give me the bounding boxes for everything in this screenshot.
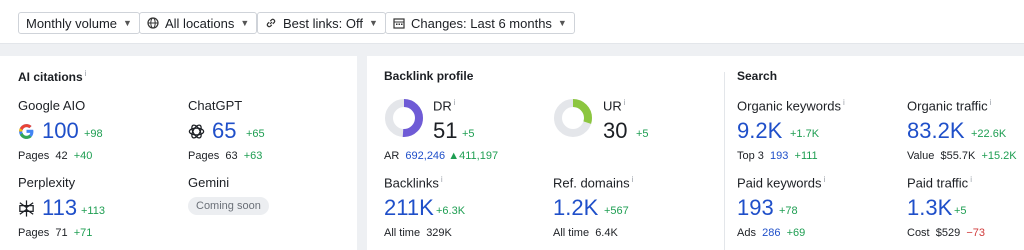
paid-keywords-label: Paid keywords i — [737, 175, 826, 191]
organic-value-row: Value $55.7K +15.2K — [907, 150, 1017, 162]
chatgpt-delta: +65 — [246, 128, 265, 140]
paid-traffic-label: Paid traffic i — [907, 175, 972, 191]
perplexity-icon — [19, 200, 34, 217]
ur-ring-chart — [554, 99, 592, 137]
perplexity-value[interactable]: 113 — [42, 195, 77, 221]
ur-value: 30 — [603, 118, 628, 143]
section-divider — [724, 72, 725, 250]
ur-label: UR i — [603, 98, 626, 114]
chevron-down-icon: ▼ — [240, 18, 250, 28]
globe-icon — [147, 17, 159, 29]
up-arrow-icon: ▲ — [448, 150, 460, 162]
locations-label: All locations — [165, 15, 235, 31]
ref-domains-all-time: All time 6.4K — [553, 227, 618, 239]
backlinks-label: Backlinks i — [384, 175, 443, 191]
backlinks-all-time: All time 329K — [384, 227, 452, 239]
locations-dropdown[interactable]: All locations ▼ — [139, 12, 258, 34]
paid-ads-row: Ads 286 +69 — [737, 227, 806, 239]
chatgpt-label: ChatGPT — [188, 98, 243, 113]
chatgpt-icon — [188, 124, 205, 139]
dr-value: 51 — [433, 118, 458, 143]
perplexity-pages: Pages 71 +71 — [18, 227, 93, 239]
best-links-dropdown[interactable]: Best links: Off ▼ — [257, 12, 386, 34]
info-icon[interactable]: i — [970, 175, 972, 184]
backlinks-value[interactable]: 211K — [384, 195, 434, 221]
dr-delta: +5 — [462, 128, 475, 140]
chatgpt-pages: Pages 63 +63 — [188, 150, 263, 162]
info-icon[interactable]: i — [632, 175, 634, 184]
info-icon[interactable]: i — [85, 69, 87, 78]
ref-domains-value[interactable]: 1.2K — [553, 195, 598, 221]
monthly-volume-label: Monthly volume — [26, 15, 118, 31]
link-icon — [266, 18, 276, 28]
organic-keywords-label: Organic keywords i — [737, 98, 845, 114]
google-aio-value[interactable]: 100 — [42, 118, 79, 144]
overview-card: Backlink profile DR i 51 +5 AR 692,246 ▲4… — [367, 56, 1024, 250]
ref-domains-label: Ref. domains i — [553, 175, 634, 191]
organic-traffic-value[interactable]: 83.2K — [907, 118, 965, 144]
ai-citations-card: AI citations i Google AIO 100 +98 Pages 4… — [0, 56, 357, 250]
google-aio-label: Google AIO — [18, 98, 86, 113]
dr-ring-chart — [385, 99, 423, 137]
paid-keywords-value[interactable]: 193 — [737, 195, 774, 221]
organic-keywords-value[interactable]: 9.2K — [737, 118, 782, 144]
filter-toolbar: Monthly volume ▼ All locations ▼ Best li… — [0, 0, 1024, 44]
paid-traffic-delta: +5 — [954, 205, 967, 217]
perplexity-delta: +113 — [81, 205, 105, 217]
chevron-down-icon: ▼ — [557, 18, 567, 28]
coming-soon-badge: Coming soon — [188, 197, 269, 215]
info-icon[interactable]: i — [441, 175, 443, 184]
calendar-icon — [393, 18, 405, 29]
paid-cost-row: Cost $529 −73 — [907, 227, 986, 239]
organic-traffic-label: Organic traffic i — [907, 98, 992, 114]
gemini-label: Gemini — [188, 175, 230, 190]
dr-label: DR i — [433, 98, 456, 114]
info-icon[interactable]: i — [454, 98, 456, 107]
google-aio-pages: Pages 42 +40 — [18, 150, 93, 162]
monthly-volume-dropdown[interactable]: Monthly volume ▼ — [18, 12, 140, 34]
paid-keywords-delta: +78 — [779, 205, 798, 217]
backlinks-delta: +6.3K — [436, 205, 466, 217]
info-icon[interactable]: i — [990, 98, 992, 107]
ur-delta: +5 — [636, 128, 649, 140]
info-icon[interactable]: i — [624, 98, 626, 107]
chevron-down-icon: ▼ — [368, 18, 378, 28]
chevron-down-icon: ▼ — [123, 18, 132, 28]
search-title: Search — [737, 69, 778, 83]
ai-citations-title: AI citations i — [18, 69, 87, 84]
changes-label: Changes: Last 6 months — [411, 15, 552, 31]
info-icon[interactable]: i — [843, 98, 845, 107]
organic-traffic-delta: +22.6K — [971, 128, 1007, 140]
best-links-label: Best links: Off — [283, 15, 363, 31]
chatgpt-value[interactable]: 65 — [212, 118, 236, 144]
ar-row: AR 692,246 ▲411,197 — [384, 150, 499, 162]
backlink-profile-title: Backlink profile — [384, 69, 474, 83]
organic-keywords-delta: +1.7K — [790, 128, 820, 140]
ref-domains-delta: +567 — [604, 205, 629, 217]
ar-value[interactable]: 692,246 — [405, 150, 445, 162]
info-icon[interactable]: i — [824, 175, 826, 184]
perplexity-label: Perplexity — [18, 175, 76, 190]
ar-delta: 411,197 — [459, 150, 499, 162]
google-icon — [19, 124, 34, 139]
changes-dropdown[interactable]: Changes: Last 6 months ▼ — [385, 12, 575, 34]
paid-traffic-value[interactable]: 1.3K — [907, 195, 952, 221]
organic-top3-row: Top 3 193 +111 — [737, 150, 818, 162]
google-aio-delta: +98 — [84, 128, 103, 140]
